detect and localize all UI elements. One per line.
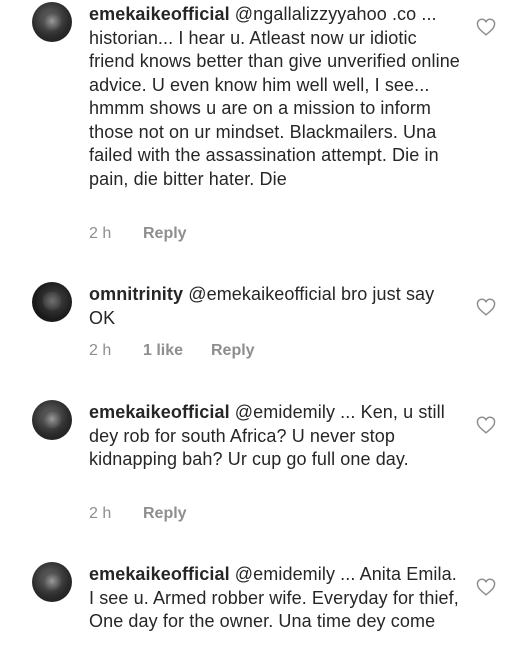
- comment-time: 2 h: [89, 342, 112, 359]
- reply-button[interactable]: Reply: [143, 505, 187, 523]
- heart-outline-icon[interactable]: [476, 578, 496, 596]
- comment-meta: 2 h 1 like Reply: [89, 342, 255, 360]
- comment-username[interactable]: emekaikeofficial: [89, 564, 230, 584]
- avatar[interactable]: [32, 400, 72, 440]
- comment-username[interactable]: emekaikeofficial: [89, 402, 230, 422]
- reply-button[interactable]: Reply: [143, 225, 187, 243]
- comment-body: omnitrinity @emekaikeofficial bro just s…: [89, 283, 461, 330]
- comment-body: emekaikeofficial @emidemily ... Ken, u s…: [89, 401, 461, 472]
- comment-meta: 2 h Reply: [89, 505, 187, 523]
- comment-time: 2 h: [89, 225, 112, 242]
- heart-outline-icon[interactable]: [476, 298, 496, 316]
- comment-text: @ngallalizzyyahoo .co ... historian... I…: [89, 4, 460, 189]
- heart-outline-icon[interactable]: [476, 416, 496, 434]
- comment-body: emekaikeofficial @ngallalizzyyahoo .co .…: [89, 3, 461, 191]
- comment-username[interactable]: emekaikeofficial: [89, 4, 230, 24]
- comment-username[interactable]: omnitrinity: [89, 284, 183, 304]
- heart-outline-icon[interactable]: [476, 18, 496, 36]
- avatar[interactable]: [32, 2, 72, 42]
- reply-button[interactable]: Reply: [211, 342, 255, 360]
- comment-meta: 2 h Reply: [89, 225, 187, 243]
- avatar[interactable]: [32, 282, 72, 322]
- comment-body: emekaikeofficial @emidemily ... Anita Em…: [89, 563, 461, 634]
- comment-time: 2 h: [89, 505, 112, 522]
- like-count[interactable]: 1 like: [143, 342, 211, 360]
- avatar[interactable]: [32, 562, 72, 602]
